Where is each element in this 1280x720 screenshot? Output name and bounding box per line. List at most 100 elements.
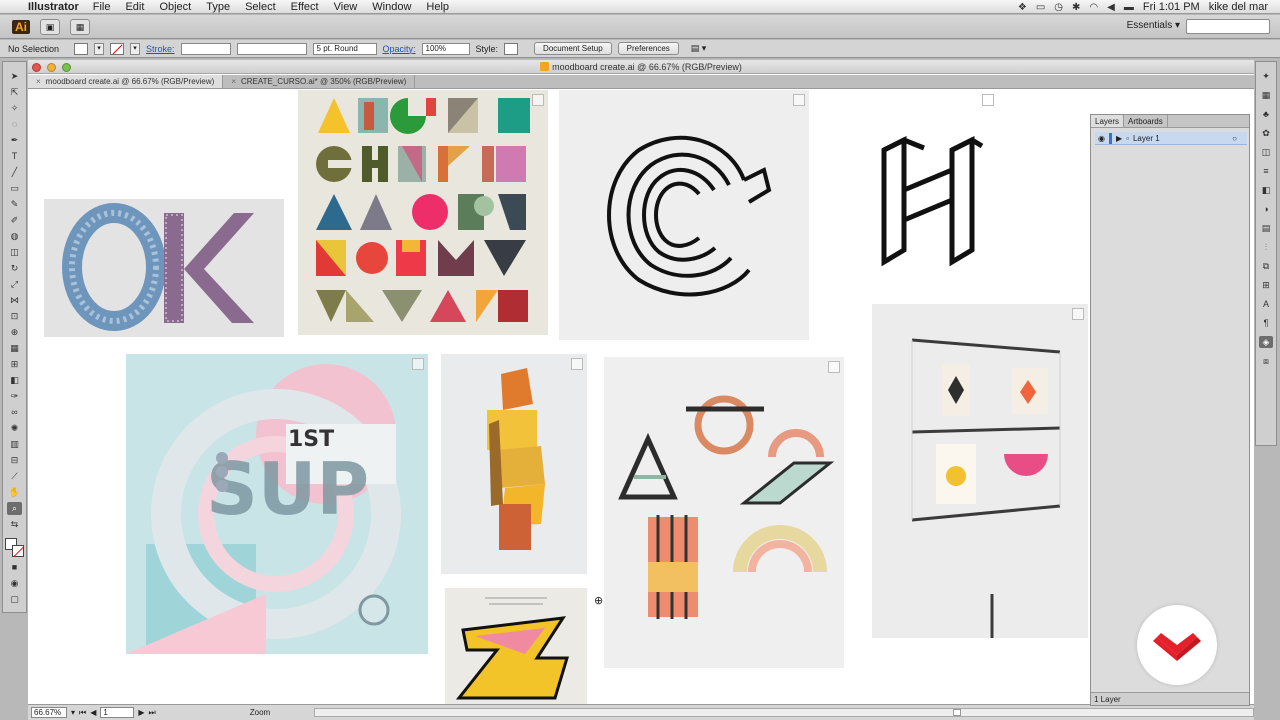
next-artboard-icon[interactable]: ▶ <box>138 708 144 717</box>
close-window-button[interactable] <box>32 63 41 72</box>
workspace-switcher[interactable]: Essentials ▾ <box>1127 20 1180 31</box>
prev-artboard-icon[interactable]: ◀ <box>90 708 96 717</box>
opacity-label[interactable]: Opacity: <box>383 44 416 54</box>
image-expand-icon[interactable] <box>828 361 840 373</box>
tab-artboards[interactable]: Artboards <box>1124 115 1168 127</box>
close-tab-icon[interactable]: × <box>36 77 41 86</box>
menu-app-name[interactable]: Illustrator <box>28 1 79 13</box>
zoom-tool-icon[interactable]: ⌕ <box>7 502 22 515</box>
swap-colors-icon[interactable]: ⇆ <box>7 518 22 531</box>
menubar-clock[interactable]: Fri 1:01 PM <box>1143 1 1200 13</box>
direct-selection-tool-icon[interactable]: ⇱ <box>7 86 22 99</box>
stroke-swatch[interactable] <box>110 42 124 55</box>
bridge-button[interactable]: ▣ <box>40 18 60 35</box>
layer-row[interactable]: ◉ ▶ ▫ Layer 1 ○ <box>1095 132 1247 145</box>
menu-object[interactable]: Object <box>159 1 191 13</box>
close-tab-icon[interactable]: × <box>231 77 236 86</box>
battery-icon[interactable]: ▬ <box>1124 2 1134 13</box>
stroke-label[interactable]: Stroke: <box>146 44 175 54</box>
width-tool-icon[interactable]: ⋈ <box>7 294 22 307</box>
color-mode-icon[interactable]: ■ <box>7 561 22 574</box>
minimize-window-button[interactable] <box>47 63 56 72</box>
blob-brush-tool-icon[interactable]: ◍ <box>7 230 22 243</box>
swatches-panel-icon[interactable]: ▦ <box>1259 89 1273 101</box>
zoom-window-button[interactable] <box>62 63 71 72</box>
menu-view[interactable]: View <box>334 1 358 13</box>
artwork-wood-sculpture[interactable] <box>441 354 587 574</box>
free-transform-tool-icon[interactable]: ⊡ <box>7 310 22 323</box>
stroke-weight-field[interactable] <box>180 42 231 55</box>
brush-field[interactable]: 5 pt. Round <box>312 42 377 55</box>
slice-tool-icon[interactable]: ⟋ <box>7 470 22 483</box>
visibility-eye-icon[interactable]: ◉ <box>1098 134 1105 143</box>
artboard-number-field[interactable]: 1 <box>100 707 135 718</box>
image-expand-icon[interactable] <box>1072 308 1084 320</box>
fill-swatch[interactable] <box>74 42 88 55</box>
image-expand-icon[interactable] <box>571 358 583 370</box>
color-panel-icon[interactable]: ✦ <box>1259 70 1273 82</box>
screen-mode-icon[interactable]: ▢ <box>7 593 22 606</box>
gradient-panel-icon[interactable]: ◧ <box>1259 184 1273 196</box>
appearance-panel-icon[interactable]: ▤ <box>1259 222 1273 234</box>
magic-wand-tool-icon[interactable]: ✧ <box>7 102 22 115</box>
menu-window[interactable]: Window <box>372 1 411 13</box>
menu-edit[interactable]: Edit <box>125 1 144 13</box>
menu-type[interactable]: Type <box>206 1 230 13</box>
paragraph-panel-icon[interactable]: ¶ <box>1259 317 1273 329</box>
zoom-dropdown-icon[interactable]: ▾ <box>71 708 75 717</box>
artwork-shelf-letters[interactable] <box>604 357 844 668</box>
pencil-tool-icon[interactable]: ✐ <box>7 214 22 227</box>
tab-layers[interactable]: Layers <box>1091 115 1125 127</box>
artwork-impossible-h[interactable] <box>848 90 998 295</box>
pen-tool-icon[interactable]: ✒ <box>7 134 22 147</box>
artboard-tool-icon[interactable]: ⊟ <box>7 454 22 467</box>
artwork-paper-poster[interactable]: SUP 1ST <box>126 354 428 654</box>
scale-tool-icon[interactable]: ⤢ <box>7 278 22 291</box>
rectangle-tool-icon[interactable]: ▭ <box>7 182 22 195</box>
style-swatch[interactable] <box>504 42 519 55</box>
stroke-dropdown-icon[interactable]: ▾ <box>130 42 140 55</box>
brushes-panel-icon[interactable]: ♣ <box>1259 108 1273 120</box>
rotate-tool-icon[interactable]: ↻ <box>7 262 22 275</box>
opacity-field[interactable]: 100% <box>421 42 470 55</box>
variable-width-field[interactable] <box>236 42 307 55</box>
expand-layer-icon[interactable]: ▶ <box>1116 134 1122 143</box>
tab-moodboard[interactable]: × moodboard create.ai @ 66.67% (RGB/Previ… <box>28 75 224 88</box>
help-search-input[interactable] <box>1186 19 1270 34</box>
align-panel-icon[interactable]: ⫶ <box>1259 241 1273 253</box>
mesh-tool-icon[interactable]: ⊞ <box>7 358 22 371</box>
draw-mode-icon[interactable]: ◉ <box>7 577 22 590</box>
arrange-documents-button[interactable]: ▦ <box>70 18 90 35</box>
tab-create-curso[interactable]: × CREATE_CURSO.ai* @ 350% (RGB/Preview) <box>223 75 416 88</box>
target-circle-icon[interactable]: ○ <box>1232 134 1237 143</box>
preferences-button[interactable]: Preferences <box>617 42 679 55</box>
artwork-geometric-alphabet[interactable] <box>298 90 548 335</box>
symbol-sprayer-tool-icon[interactable]: ✺ <box>7 422 22 435</box>
volume-icon[interactable]: ◀ <box>1107 2 1115 13</box>
current-tool-status[interactable]: Zoom <box>250 708 270 717</box>
pathfinder-panel-icon[interactable]: ⧉ <box>1259 260 1273 272</box>
artboard-canvas[interactable]: SUP 1ST ⊕ <box>28 90 1254 706</box>
shape-builder-tool-icon[interactable]: ⊕ <box>7 326 22 339</box>
horizontal-scrollbar[interactable] <box>314 708 1254 717</box>
display-icon[interactable]: ▭ <box>1036 2 1045 13</box>
fill-stroke-indicator[interactable] <box>4 538 25 558</box>
image-expand-icon[interactable] <box>412 358 424 370</box>
menu-effect[interactable]: Effect <box>291 1 319 13</box>
artboards-panel-icon[interactable]: ⧈ <box>1259 355 1273 367</box>
selection-tool-icon[interactable]: ➤ <box>7 70 22 83</box>
last-artboard-icon[interactable]: ⏭ <box>149 708 156 718</box>
layers-panel-icon[interactable]: ◈ <box>1259 336 1273 348</box>
lasso-tool-icon[interactable]: ◌ <box>7 118 22 131</box>
transform-panel-icon[interactable]: ⊞ <box>1259 279 1273 291</box>
type-tool-icon[interactable]: T <box>7 150 22 163</box>
menu-file[interactable]: File <box>93 1 111 13</box>
fill-dropdown-icon[interactable]: ▾ <box>94 42 104 55</box>
menu-help[interactable]: Help <box>426 1 449 13</box>
gradient-tool-icon[interactable]: ◧ <box>7 374 22 387</box>
artwork-impossible-c[interactable] <box>559 90 809 340</box>
character-panel-icon[interactable]: A <box>1259 298 1273 310</box>
document-setup-button[interactable]: Document Setup <box>534 42 612 55</box>
dropbox-icon[interactable]: ❖ <box>1018 2 1027 13</box>
artwork-z-letter[interactable] <box>445 588 587 706</box>
